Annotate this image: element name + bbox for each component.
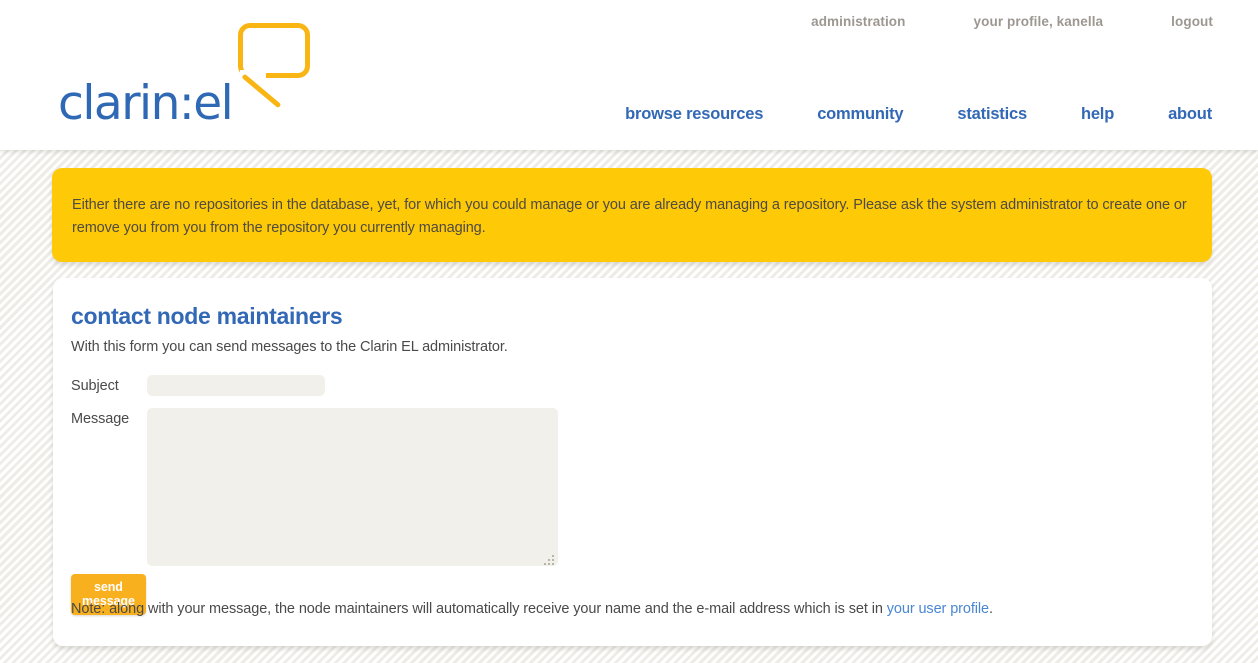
subject-label: Subject [71, 378, 119, 394]
top-nav-your-profile[interactable]: your profile, kanella [940, 14, 1138, 29]
warning-banner-text: Either there are no repositories in the … [72, 197, 1187, 236]
main-nav: browse resources community statistics he… [598, 105, 1214, 124]
site-header: clarin:el administration your profile, k… [0, 0, 1258, 150]
top-utility-nav: administration your profile, kanella log… [777, 14, 1214, 29]
message-label: Message [71, 411, 130, 427]
main-nav-community[interactable]: community [790, 105, 930, 124]
main-nav-about[interactable]: about [1141, 105, 1214, 124]
message-textarea[interactable] [147, 408, 558, 566]
form-note: Note: along with your message, the node … [71, 601, 993, 617]
main-nav-browse-resources[interactable]: browse resources [598, 105, 790, 124]
page-title: contact node maintainers [71, 303, 343, 329]
logo-text: clarin:el [58, 76, 234, 131]
subject-input[interactable] [147, 375, 325, 396]
warning-banner: Either there are no repositories in the … [52, 168, 1212, 262]
content-panel: contact node maintainers With this form … [53, 278, 1212, 646]
main-nav-statistics[interactable]: statistics [930, 105, 1054, 124]
top-nav-logout[interactable]: logout [1137, 14, 1214, 29]
user-profile-link[interactable]: your user profile [887, 601, 989, 617]
page-subtitle: With this form you can send messages to … [71, 339, 508, 355]
top-nav-administration[interactable]: administration [777, 14, 939, 29]
main-nav-help[interactable]: help [1054, 105, 1141, 124]
form-note-prefix: Note: along with your message, the node … [71, 601, 887, 617]
form-note-suffix: . [989, 601, 993, 617]
site-logo[interactable]: clarin:el [58, 18, 328, 133]
